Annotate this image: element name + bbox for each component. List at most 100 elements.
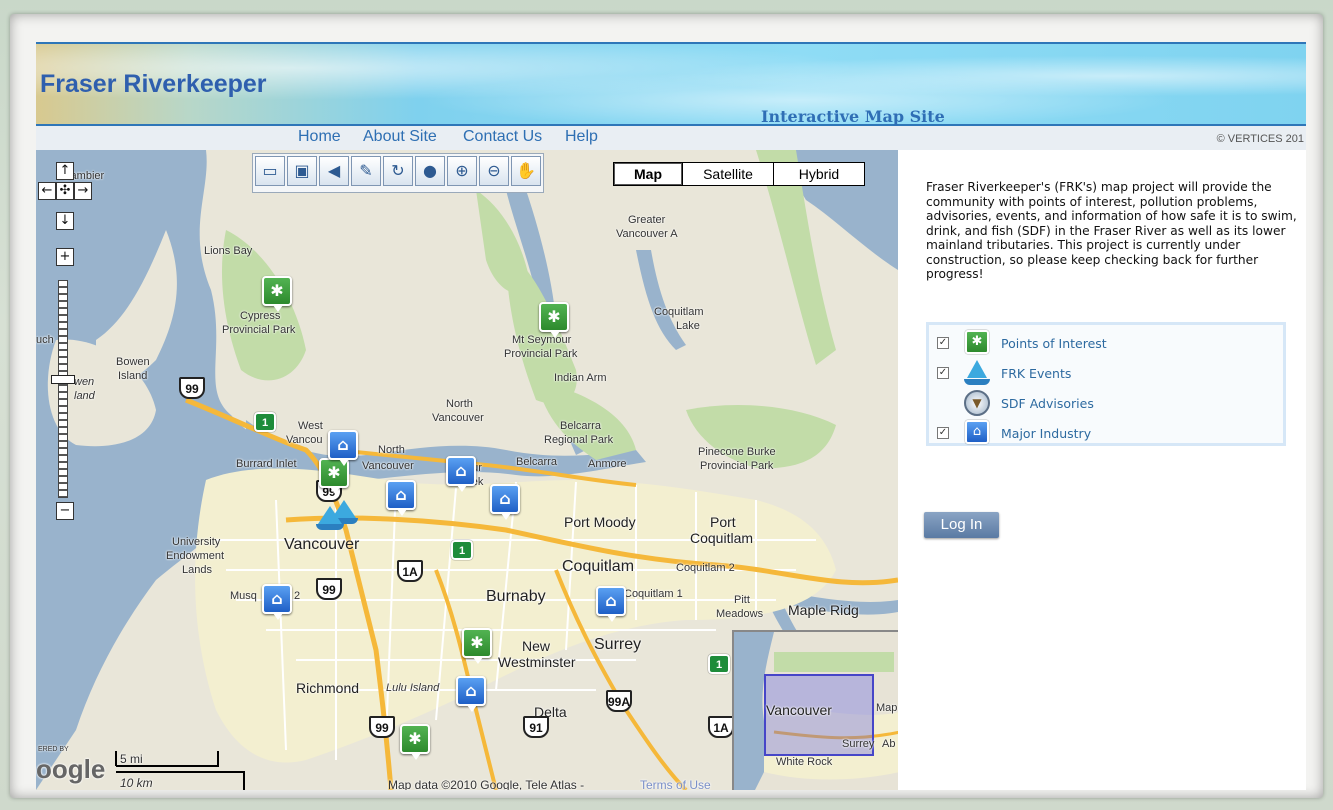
label-greater-vancouver: Greater (628, 214, 666, 226)
label-surrey: Surrey (594, 636, 642, 653)
label-university2: Endowment (166, 550, 225, 562)
legend-row-points-of-interest[interactable]: ✓ ✱ Points of Interest (937, 329, 1107, 357)
label-coquitlam-lake: Coquitlam (654, 306, 704, 318)
factory-icon: ⌂ (271, 589, 283, 608)
industry-marker[interactable]: ⌂ (386, 480, 416, 516)
select-area-icon[interactable]: ▣ (287, 156, 317, 186)
site-brand[interactable]: Fraser Riverkeeper (40, 70, 267, 99)
checkbox-frk-events[interactable]: ✓ (937, 367, 949, 379)
terms-of-use-link[interactable]: Terms of Use (640, 778, 711, 790)
label-musqueam2: 2 (294, 590, 301, 602)
label-maple-ridge: Maple Ridg (788, 602, 859, 618)
highway-shield: 1A (397, 560, 423, 582)
pan-reset-button[interactable]: ✣ (56, 182, 74, 200)
pan-up-button[interactable]: ↑ (56, 162, 74, 180)
zoom-in-icon[interactable]: ⊕ (447, 156, 477, 186)
google-logo[interactable]: oogle (36, 754, 105, 785)
globe-icon[interactable]: ● (415, 156, 445, 186)
highway-shield: 1A (708, 716, 734, 738)
label-bowen-w2: land (74, 390, 95, 402)
pan-right-button[interactable]: → (74, 182, 92, 200)
legend-row-frk-events[interactable]: ✓ FRK Events (937, 359, 1071, 387)
legend-label-sdf-advisories: SDF Advisories (1001, 395, 1094, 411)
industry-marker[interactable]: ⌂ (328, 430, 358, 466)
login-button[interactable]: Log In (924, 512, 999, 538)
industry-marker[interactable]: ⌂ (596, 586, 626, 622)
label-belcarra: Belcarra (516, 456, 557, 468)
label-lions-bay: Lions Bay (204, 245, 253, 257)
hiker-icon: ✱ (270, 281, 284, 300)
overview-label-surrey: Surrey (842, 738, 875, 750)
poi-marker[interactable]: ✱ (539, 302, 569, 338)
label-burnaby: Burnaby (486, 588, 546, 605)
label-cypress-park: Provincial Park (222, 324, 296, 336)
map-type-hybrid[interactable]: Hybrid (773, 162, 865, 186)
highway-shield: 99 (369, 716, 395, 738)
poi-marker[interactable]: ✱ (262, 276, 292, 312)
label-belcarra-park: Belcarra (560, 420, 601, 432)
label-richmond: Richmond (296, 680, 360, 696)
factory-icon: ⌂ (337, 435, 349, 454)
checkbox-major-industry[interactable]: ✓ (937, 427, 949, 439)
label-mt-seymour-park: Provincial Park (504, 348, 578, 360)
advisory-icon: ▼ (963, 389, 991, 417)
hiker-icon: ✱ (963, 329, 991, 357)
map-type-map[interactable]: Map (613, 162, 683, 186)
map-canvas[interactable]: Gambier Lions Bay Cypress Provincial Par… (36, 150, 900, 790)
intro-text: Fraser Riverkeeper's (FRK's) map project… (926, 180, 1297, 281)
label-burrard-inlet: Burrard Inlet (236, 458, 297, 470)
label-coquitlam: Coquitlam (562, 558, 635, 575)
industry-marker[interactable]: ⌂ (446, 456, 476, 492)
back-icon[interactable]: ◀ (319, 156, 349, 186)
refresh-icon[interactable]: ↻ (383, 156, 413, 186)
overview-label-vancouver: Vancouver (766, 702, 832, 718)
zoom-slider-thumb[interactable] (51, 375, 75, 384)
label-coquitlam-1: Coquitlam 1 (624, 588, 683, 600)
map-toolbar: ▭ ▣ ◀ ✎ ↻ ● ⊕ ⊖ ✋ (252, 153, 544, 193)
nav-contact-us[interactable]: Contact Us (463, 128, 542, 146)
map-scale: 5 mi 10 km (114, 750, 246, 790)
pan-hand-icon[interactable]: ✋ (511, 156, 541, 186)
industry-marker[interactable]: ⌂ (490, 484, 520, 520)
industry-marker[interactable]: ⌂ (456, 676, 486, 712)
event-marker[interactable] (316, 506, 344, 530)
label-port-coquitlam2: Coquitlam (690, 530, 754, 546)
industry-marker[interactable]: ⌂ (262, 584, 292, 620)
pan-down-button[interactable]: ↓ (56, 212, 74, 230)
eraser-icon[interactable]: ✎ (351, 156, 381, 186)
sailboat-icon (963, 359, 991, 387)
nav-help[interactable]: Help (565, 128, 598, 146)
zoom-out-icon[interactable]: ⊖ (479, 156, 509, 186)
label-pitt: Pitt (734, 594, 750, 606)
header-banner: Fraser Riverkeeper Interactive Map Site (36, 42, 1306, 126)
ruler-icon[interactable]: ▭ (255, 156, 285, 186)
label-bowen: Bowen (116, 356, 150, 368)
highway-shield: 91 (523, 716, 549, 738)
label-pinecone: Pinecone Burke (698, 446, 776, 458)
highway-shield: 99 (316, 578, 342, 600)
nav-home[interactable]: Home (298, 128, 341, 146)
copyright: © VERTICES 201 (1216, 133, 1304, 145)
legend-row-major-industry[interactable]: ✓ ⌂ Major Industry (937, 419, 1091, 447)
label-west-vancouver: West (298, 420, 323, 432)
zoom-out-button[interactable]: − (56, 502, 74, 520)
factory-icon: ⌂ (963, 419, 991, 447)
pan-left-button[interactable]: ← (38, 182, 56, 200)
legend-row-sdf-advisories[interactable]: ▼ SDF Advisories (937, 389, 1094, 417)
zoom-slider-track[interactable] (58, 280, 68, 498)
poi-marker[interactable]: ✱ (462, 628, 492, 664)
factory-icon: ⌂ (395, 485, 407, 504)
checkbox-points-of-interest[interactable]: ✓ (937, 337, 949, 349)
legend-label-major-industry: Major Industry (1001, 425, 1092, 441)
info-panel: Fraser Riverkeeper's (FRK's) map project… (898, 150, 1306, 790)
zoom-in-button[interactable]: + (56, 248, 74, 266)
poi-marker[interactable]: ✱ (400, 724, 430, 760)
nav-about-site[interactable]: About Site (363, 128, 437, 146)
factory-icon: ⌂ (455, 461, 467, 480)
label-keats: uch (36, 334, 54, 346)
legend-label-points-of-interest: Points of Interest (1001, 335, 1107, 351)
map-type-satellite[interactable]: Satellite (682, 162, 774, 186)
label-anmore: Anmore (588, 458, 627, 470)
highway-shield: 99 (179, 377, 205, 399)
overview-map[interactable]: Vancouver Map Surrey Ab White Rock (732, 630, 898, 790)
